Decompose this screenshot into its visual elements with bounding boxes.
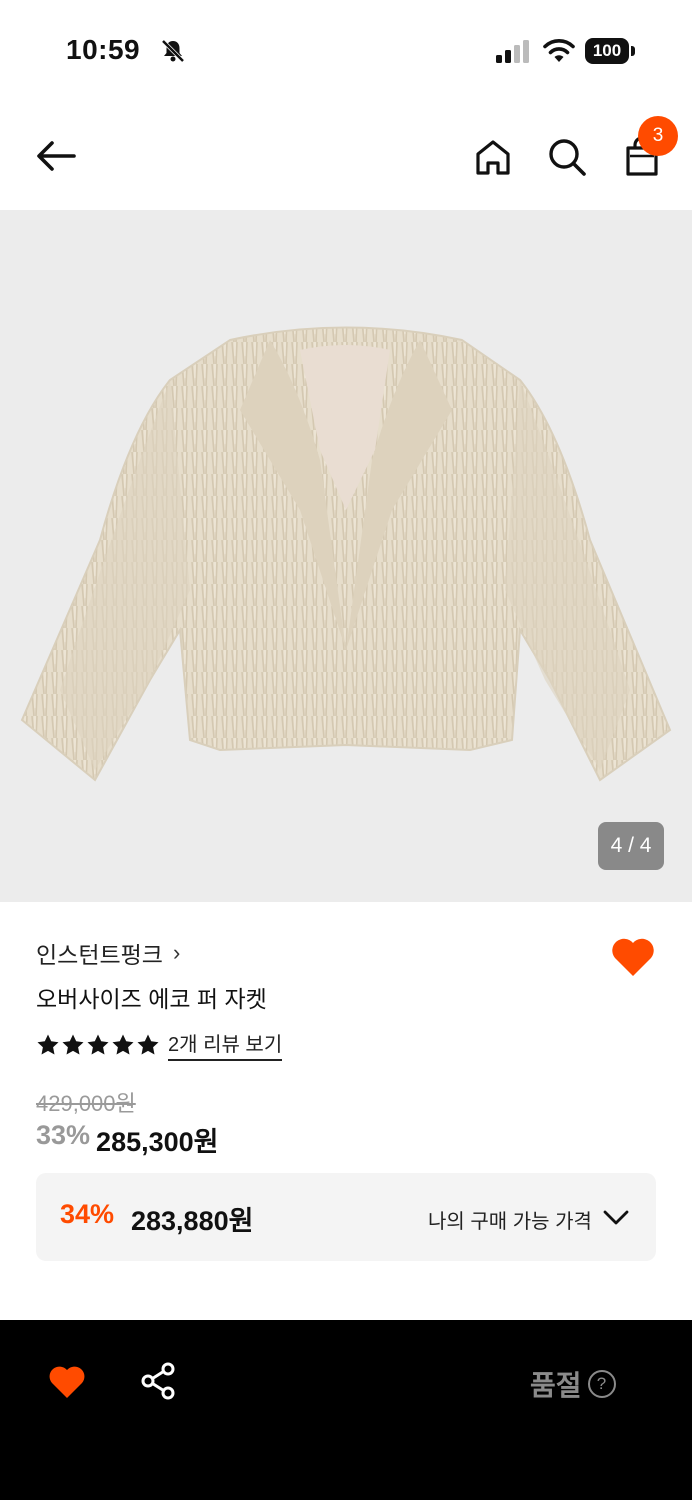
sale-price: 285,300원 — [96, 1127, 219, 1157]
cellular-signal-icon — [496, 40, 529, 63]
rating-stars — [36, 1033, 160, 1057]
discount-percent: 33% — [36, 1120, 91, 1150]
benefit-discount-percent: 34% — [60, 1199, 115, 1229]
star-icon — [62, 1034, 84, 1054]
image-counter: 4 / 4 — [598, 822, 664, 870]
battery-icon: 100 — [585, 38, 635, 64]
original-price: 429,000원 — [36, 1091, 136, 1116]
chevron-right-icon: › — [172, 940, 181, 965]
star-icon — [37, 1034, 59, 1054]
battery-level: 100 — [585, 38, 629, 64]
status-bar: 10:59 100 — [0, 0, 692, 100]
rating-row: 2개 리뷰 보기 — [36, 1028, 283, 1061]
share-icon[interactable] — [140, 1362, 176, 1400]
home-icon[interactable] — [472, 136, 514, 178]
favorite-heart-icon[interactable] — [48, 1364, 86, 1400]
product-image-fur-jacket — [20, 326, 672, 782]
reviews-link[interactable]: 2개 리뷰 보기 — [168, 1028, 283, 1061]
wifi-icon — [543, 39, 575, 62]
back-arrow-icon[interactable] — [34, 138, 78, 174]
sold-out-label: 품절 — [530, 1370, 582, 1401]
bell-muted-icon — [161, 39, 185, 63]
star-icon — [87, 1034, 109, 1054]
star-icon — [137, 1034, 159, 1054]
brand-name: 인스턴트펑크 — [36, 942, 163, 968]
status-time: 10:59 — [66, 34, 141, 65]
favorite-heart-icon[interactable] — [610, 936, 656, 978]
benefit-label: 나의 구매 가능 가격 — [428, 1211, 592, 1233]
top-nav — [0, 100, 692, 210]
chevron-down-icon — [603, 1210, 629, 1225]
product-image-gallery[interactable]: 4 / 4 — [0, 210, 692, 902]
help-icon[interactable]: ? — [587, 1370, 616, 1398]
sale-price-row: 33% 285,300원 — [36, 1120, 219, 1159]
my-price-dropdown[interactable]: 34% 283,880원 나의 구매 가능 가격 — [36, 1173, 656, 1261]
product-title: 오버사이즈 에코 퍼 자켓 — [36, 986, 267, 1012]
bottom-action-bar: 품절 ? — [0, 1320, 692, 1500]
cart-count-badge: 3 — [638, 116, 678, 156]
sold-out-status: 품절 ? — [530, 1364, 616, 1404]
star-icon — [112, 1034, 134, 1054]
benefit-price: 283,880원 — [131, 1206, 254, 1236]
search-icon[interactable] — [546, 136, 588, 178]
brand-link[interactable]: 인스턴트펑크 › — [36, 936, 180, 970]
